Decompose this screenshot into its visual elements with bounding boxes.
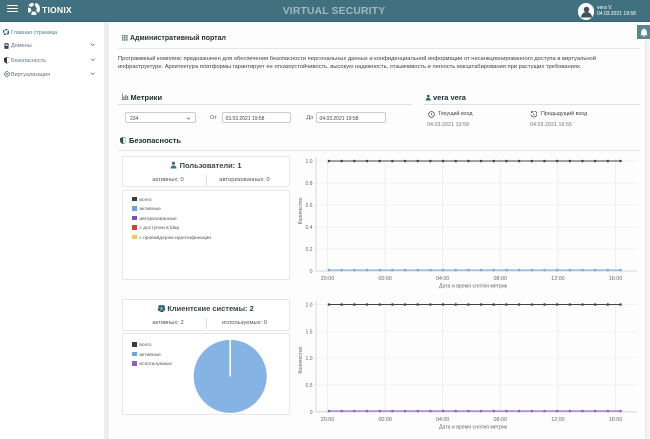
svg-text:Количество: Количество — [298, 197, 304, 224]
svg-text:16:00: 16:00 — [609, 417, 623, 423]
svg-text:0.4: 0.4 — [306, 225, 313, 231]
svg-text:08:00: 08:00 — [494, 417, 508, 423]
svg-text:0.8: 0.8 — [306, 181, 313, 187]
svg-text:0.2: 0.2 — [306, 247, 313, 253]
svg-text:04:00: 04:00 — [436, 276, 450, 282]
svg-text:0.6: 0.6 — [306, 203, 313, 209]
svg-text:1.0: 1.0 — [306, 356, 313, 362]
svg-text:16:00: 16:00 — [609, 276, 623, 282]
svg-text:00:00: 00:00 — [378, 276, 392, 282]
svg-text:20:00: 20:00 — [321, 417, 335, 423]
svg-text:12:00: 12:00 — [551, 417, 565, 423]
svg-text:00:00: 00:00 — [378, 417, 392, 423]
svg-text:2.0: 2.0 — [306, 303, 313, 309]
svg-text:12:00: 12:00 — [551, 276, 565, 282]
svg-text:0: 0 — [310, 269, 313, 275]
svg-text:1.0: 1.0 — [306, 159, 313, 165]
svg-text:Количество: Количество — [298, 346, 304, 373]
svg-text:08:00: 08:00 — [494, 276, 508, 282]
svg-text:1.5: 1.5 — [306, 329, 313, 335]
svg-text:0: 0 — [310, 410, 313, 416]
svg-text:04:00: 04:00 — [436, 417, 450, 423]
svg-text:20:00: 20:00 — [321, 276, 335, 282]
svg-text:Дата и время снятия метрик: Дата и время снятия метрик — [439, 424, 508, 430]
svg-text:0.5: 0.5 — [306, 383, 313, 389]
svg-text:Дата и время снятия метрик: Дата и время снятия метрик — [439, 284, 508, 290]
